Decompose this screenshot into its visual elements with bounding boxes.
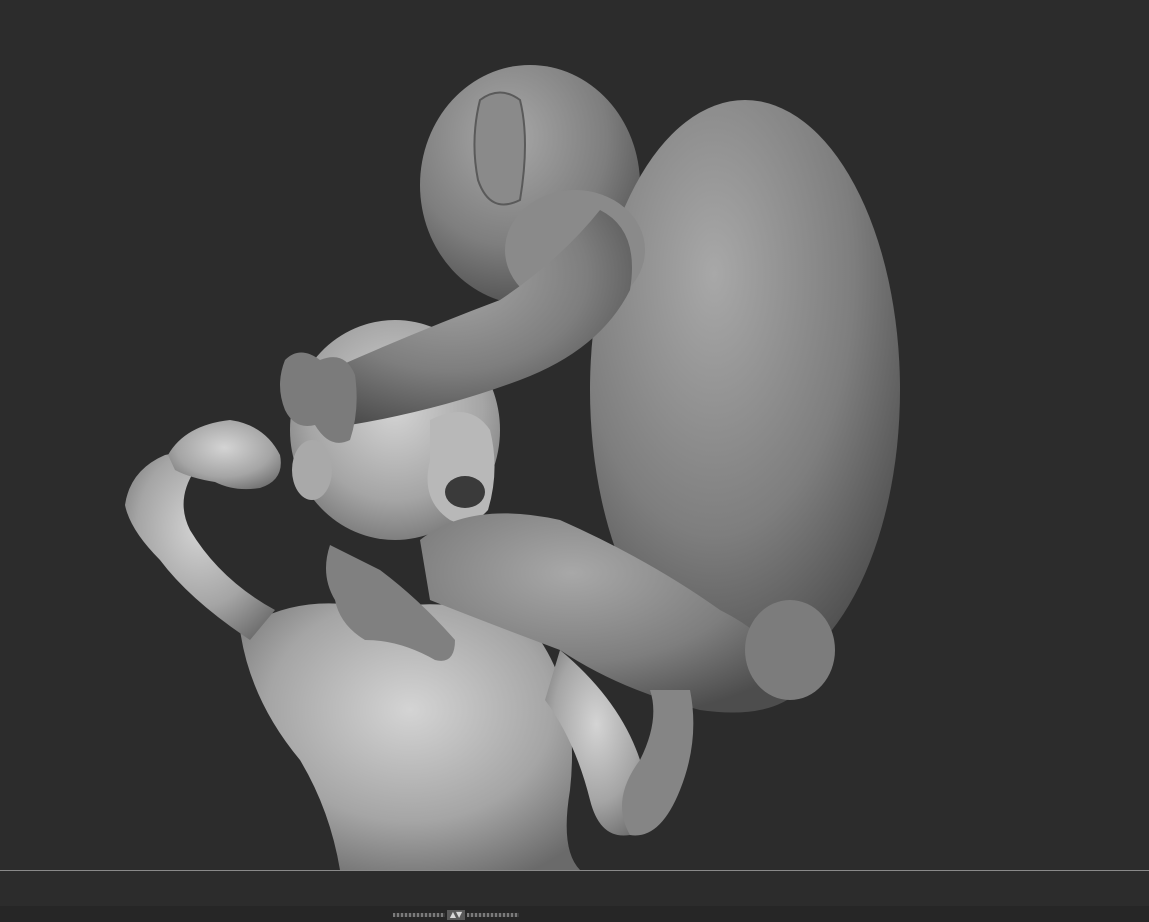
expand-collapse-arrows-icon[interactable]: ▲ ▼ — [447, 910, 465, 920]
creature-rear — [745, 600, 835, 700]
sculpt-model-render[interactable] — [0, 0, 1149, 870]
bottom-tray — [0, 906, 1149, 922]
down-arrow-icon: ▼ — [456, 910, 463, 919]
grip-left — [393, 913, 445, 917]
creature-ear — [473, 91, 526, 206]
grip-right — [467, 913, 519, 917]
tray-toggle-handle[interactable]: ▲ ▼ — [392, 910, 520, 920]
3d-viewport[interactable]: ▲ ▼ — [0, 0, 1149, 922]
floor-grid-line — [0, 870, 1149, 871]
human-mouth — [445, 476, 485, 508]
human-ear — [292, 440, 332, 500]
